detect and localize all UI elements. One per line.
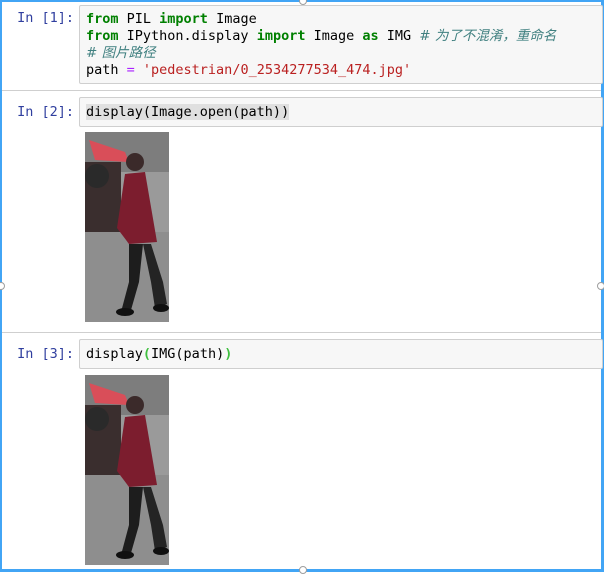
keyword: import [159, 11, 208, 27]
cell-prompt: In [2]: [17, 104, 74, 120]
code-line: display(Image.open(path)) [86, 104, 290, 121]
code-editor[interactable]: display(IMG(path)) [79, 339, 603, 369]
code-line: from IPython.display import Image as IMG… [86, 28, 556, 45]
cell-prompt: In [3]: [17, 346, 74, 362]
code-editor[interactable]: from PIL import Image from IPython.displ… [79, 5, 603, 84]
code-token: Image [207, 11, 257, 27]
code-token: IMG [378, 28, 420, 44]
code-token: path [86, 62, 127, 78]
string-literal: 'pedestrian/0_2534277534_474.jpg' [134, 62, 412, 78]
code-token: Image [305, 28, 363, 44]
operator: = [126, 62, 135, 78]
code-line: display(IMG(path)) [86, 346, 232, 363]
code-editor[interactable]: display(Image.open(path)) [79, 97, 603, 127]
code-token: PIL [118, 11, 160, 27]
keyword: as [362, 28, 379, 44]
code-token: display [86, 346, 143, 362]
matching-paren: ( [142, 346, 152, 362]
code-line: path = 'pedestrian/0_2534277534_474.jpg' [86, 62, 411, 79]
code-token: IPython.display [118, 28, 257, 44]
code-comment: # 为了不混淆，重命名 [419, 28, 557, 44]
code-cell-1[interactable]: In [1]: from PIL import Image from IPyth… [2, 2, 603, 87]
cell-prompt: In [1]: [17, 10, 74, 26]
keyword: from [86, 11, 119, 27]
code-cell-3[interactable]: In [3]: display(IMG(path)) [2, 333, 603, 568]
code-line: # 图片路径 [86, 45, 156, 62]
code-cell-2[interactable]: In [2]: display(Image.open(path)) [2, 91, 603, 331]
keyword: from [86, 28, 119, 44]
code-token: IMG(path) [151, 346, 225, 362]
pedestrian-image [85, 132, 169, 322]
matching-paren: ) [224, 346, 233, 362]
code-comment: # 图片路径 [86, 45, 156, 61]
keyword: import [256, 28, 306, 44]
pedestrian-image [85, 375, 169, 565]
code-token: display(Image.open(path)) [86, 104, 290, 120]
code-line: from PIL import Image [86, 11, 257, 28]
